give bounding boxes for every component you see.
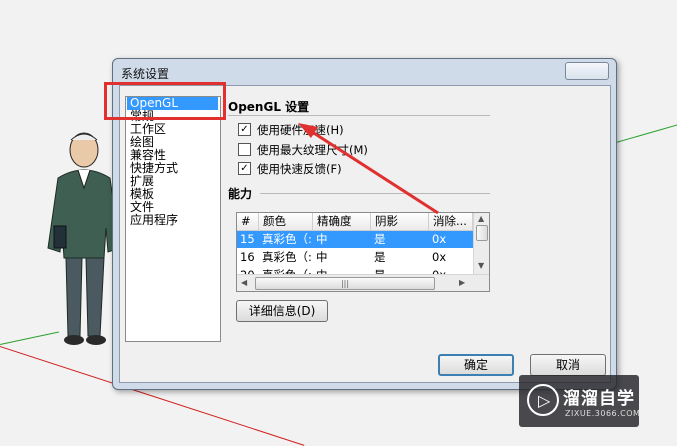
play-icon: ▷ (527, 384, 559, 416)
watermark-title: 溜溜自学 (563, 389, 635, 409)
watermark-subtitle: ZIXUE.3066.COM (565, 409, 641, 418)
watermark-logo: ▷ 溜溜自学 ZIXUE.3066.COM (519, 375, 641, 427)
